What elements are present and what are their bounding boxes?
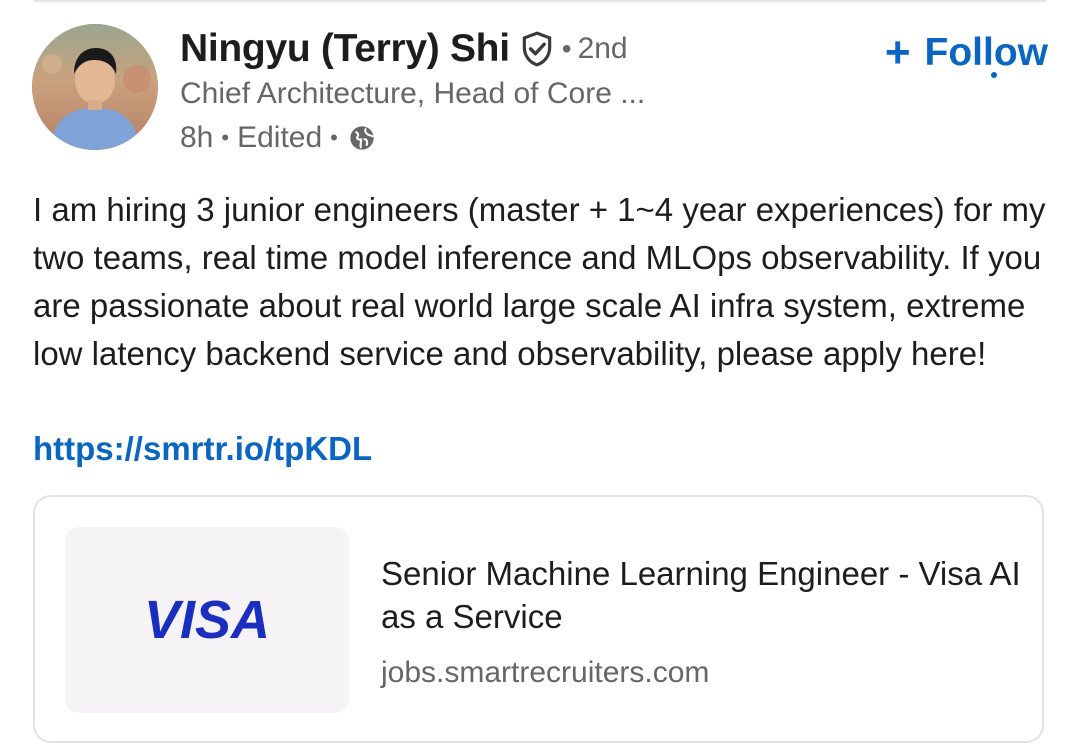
author-name[interactable]: Ningyu (Terry) Shi — [180, 27, 510, 71]
post-meta: 8h • Edited • — [180, 118, 376, 158]
visa-logo: VISA — [143, 590, 271, 650]
link-card-thumbnail: VISA — [65, 527, 349, 713]
top-divider — [33, 0, 1047, 2]
follow-label: Follow — [924, 31, 1048, 74]
post-link[interactable]: https://smrtr.io/tpKDL — [33, 425, 372, 473]
link-preview-card[interactable]: VISA Senior Machine Learning Engineer - … — [33, 495, 1044, 743]
verified-shield-icon — [518, 30, 556, 68]
link-card-domain: jobs.smartrecruiters.com — [381, 656, 710, 689]
edited-label: Edited — [237, 121, 323, 154]
focus-dot — [991, 72, 997, 78]
follow-button[interactable]: + Follow — [885, 30, 1048, 76]
separator-dot: • — [330, 125, 338, 150]
avatar-photo — [32, 24, 158, 150]
post-body-text: I am hiring 3 junior engineers (master +… — [33, 191, 1046, 372]
link-card-title: Senior Machine Learning Engineer - Visa … — [381, 555, 1021, 635]
separator-dot: • — [561, 33, 572, 64]
separator-dot: • — [221, 125, 230, 150]
plus-icon: + — [884, 28, 911, 77]
post-time: 8h — [180, 121, 214, 154]
author-headline: Chief Architecture, Head of Core ... — [180, 77, 646, 110]
author-name-row: Ningyu (Terry) Shi • 2nd — [180, 24, 628, 74]
globe-icon — [348, 124, 376, 152]
connection-degree: 2nd — [577, 32, 628, 65]
author-avatar[interactable] — [32, 24, 158, 150]
